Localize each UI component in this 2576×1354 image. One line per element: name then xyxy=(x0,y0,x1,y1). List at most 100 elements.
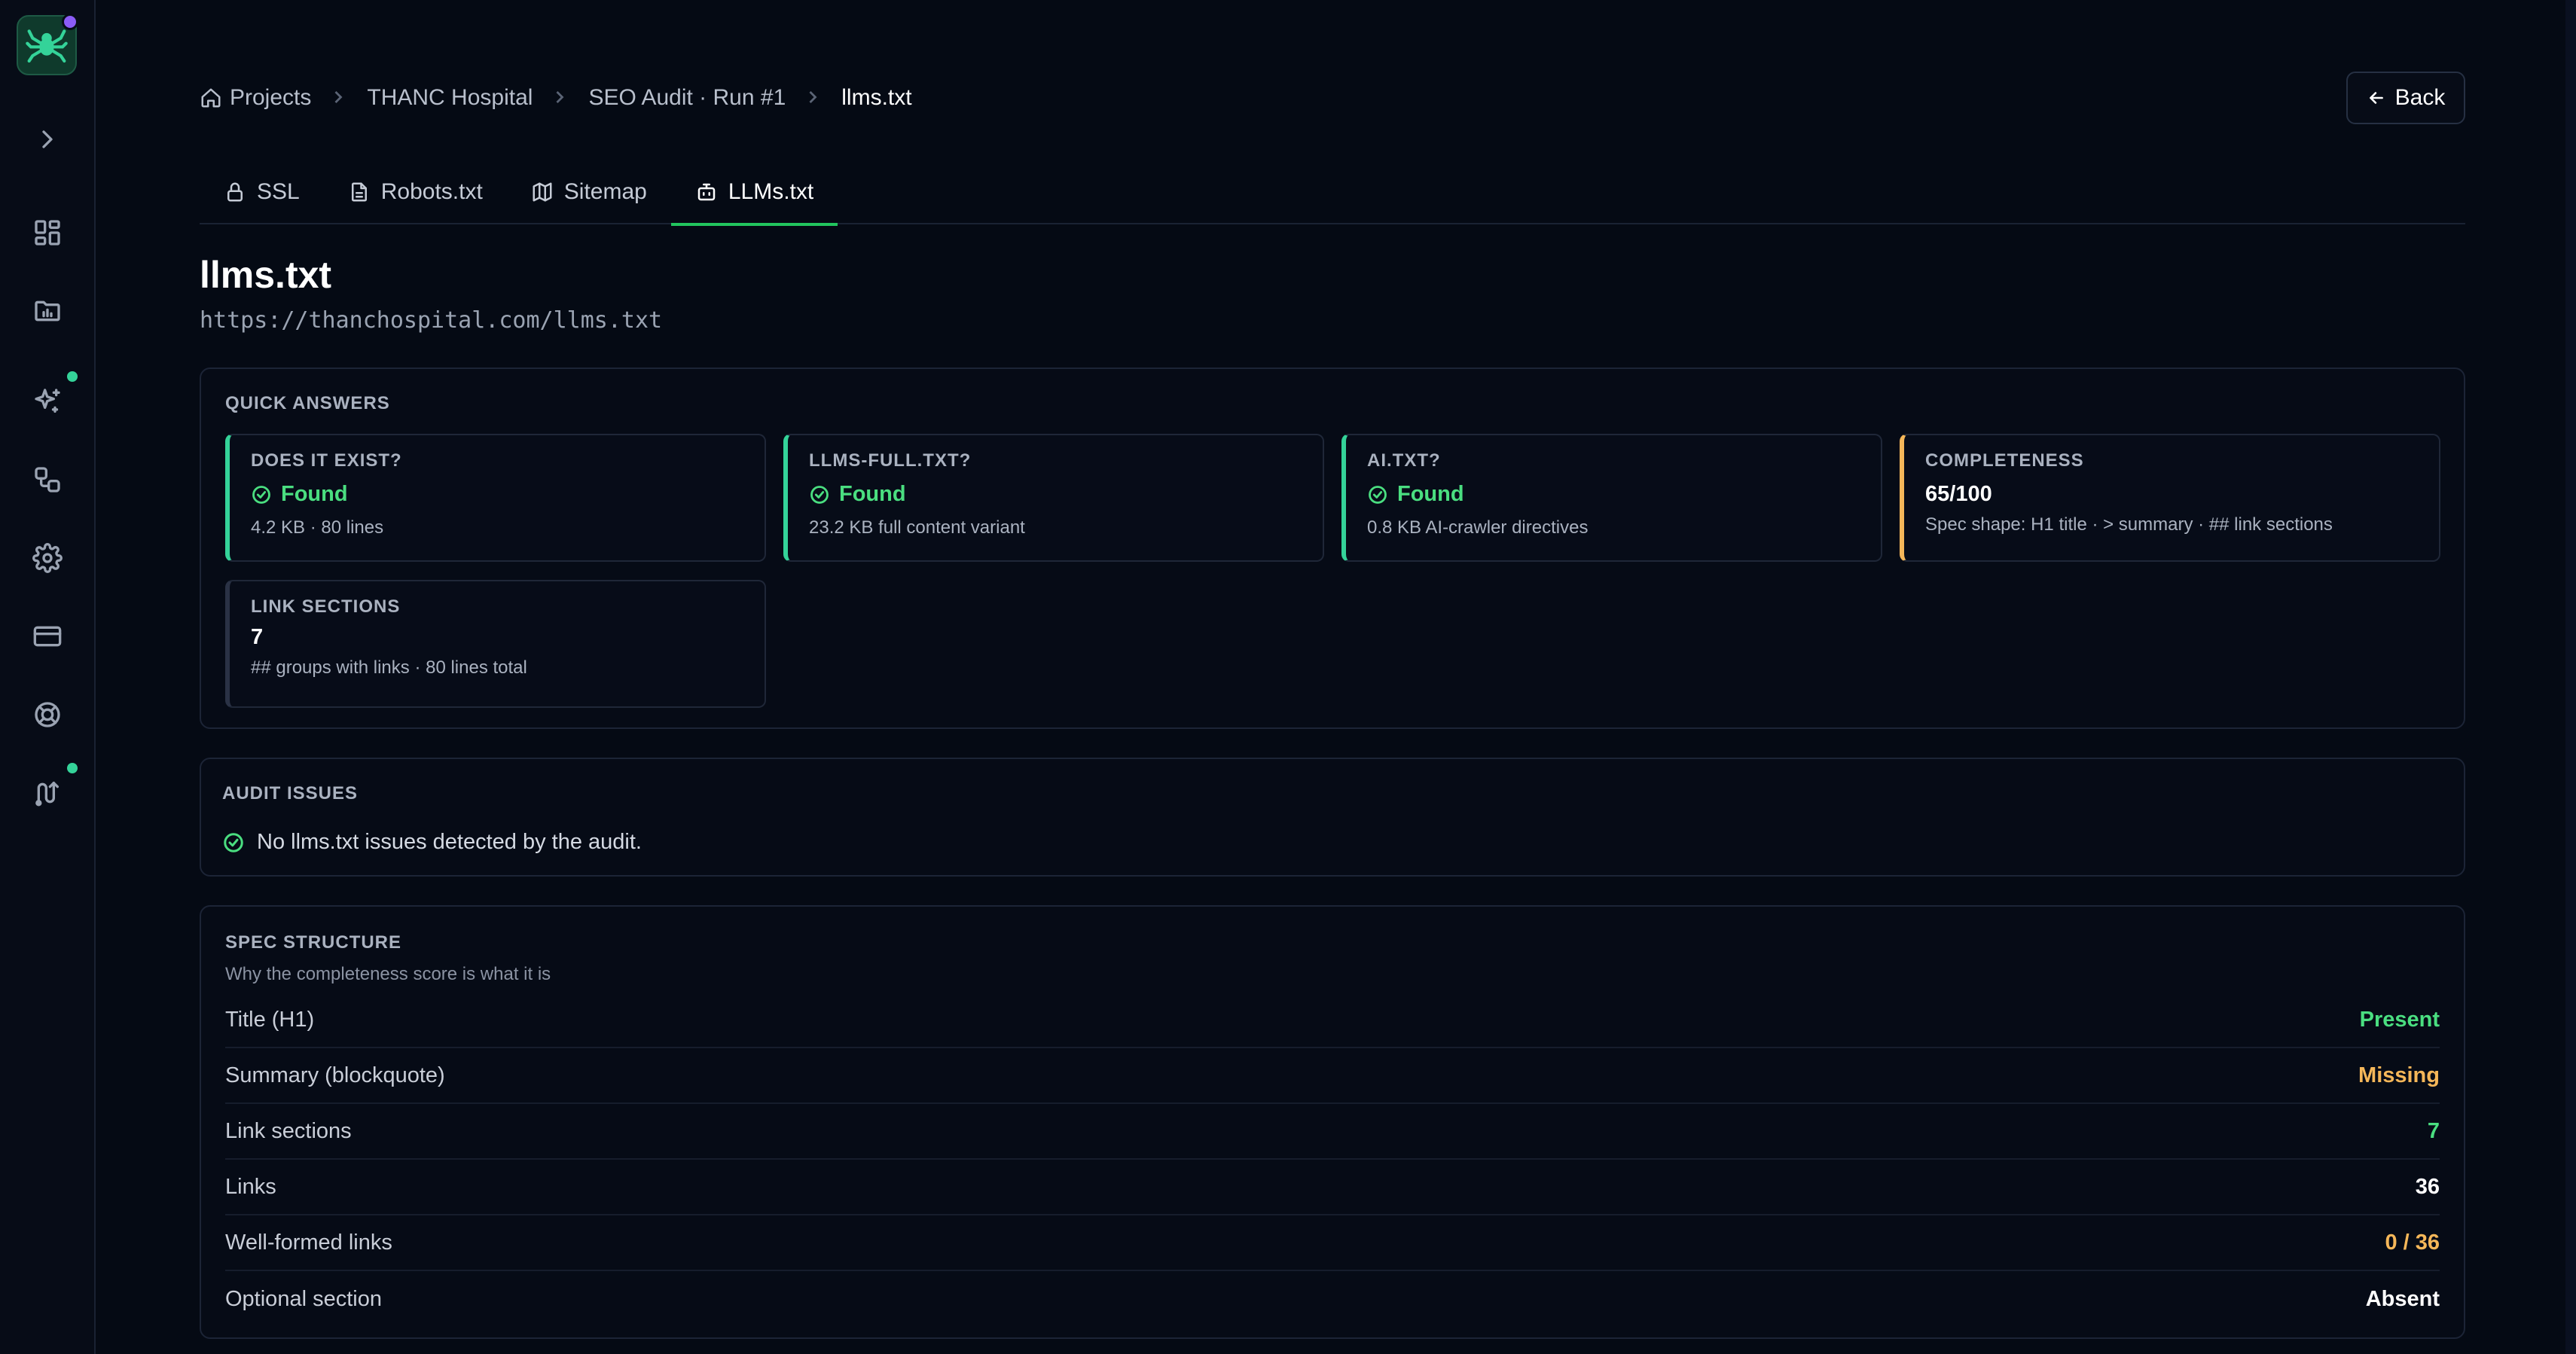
card-sub: Spec shape: H1 title · > summary · ## li… xyxy=(1925,514,2333,535)
panel-label: SPEC STRUCTURE xyxy=(225,932,402,953)
card-label: DOES IT EXIST? xyxy=(251,450,402,471)
life-buoy-icon xyxy=(35,702,60,727)
audit-issues-message: No llms.txt issues detected by the audit… xyxy=(222,830,642,855)
breadcrumb-current: llms.txt xyxy=(841,85,911,111)
card-exists: DOES IT EXIST? Found 4.2 KB · 80 lines xyxy=(225,434,766,562)
sidebar-item-dashboard[interactable] xyxy=(30,215,65,250)
breadcrumb-label: llms.txt xyxy=(841,85,912,110)
sidebar-item-projects[interactable] xyxy=(30,294,65,328)
spec-row-value: Present xyxy=(2359,1007,2440,1032)
card-value: 7 xyxy=(251,625,264,649)
breadcrumb-label: SEO Audit · Run #1 xyxy=(588,85,786,110)
card-value: Found xyxy=(1367,482,1860,507)
check-circle-icon xyxy=(224,832,243,852)
breadcrumb-label: Projects xyxy=(230,85,312,110)
routes-status-dot xyxy=(65,761,80,776)
folder-chart-icon xyxy=(35,300,60,322)
ai-status-dot xyxy=(65,369,80,384)
spec-row: Links 36 xyxy=(225,1160,2440,1215)
spec-row-label: Link sections xyxy=(225,1118,352,1143)
sidebar-item-settings[interactable] xyxy=(30,541,65,575)
quick-answers-panel: QUICK ANSWERS DOES IT EXIST? Found 4.2 K… xyxy=(200,367,2465,729)
check-circle-icon xyxy=(810,485,829,504)
card-label: AI.TXT? xyxy=(1367,450,1441,471)
status-text: Found xyxy=(281,482,348,506)
page-url[interactable]: https://thanchospital.com/llms.txt xyxy=(200,307,662,334)
spec-rows: Title (H1) Present Summary (blockquote) … xyxy=(225,993,2440,1327)
route-icon xyxy=(35,782,60,807)
card-value: 65/100 xyxy=(1925,482,1992,506)
card-value: Found xyxy=(809,482,1302,507)
sidebar-item-billing[interactable] xyxy=(30,619,65,654)
audit-issues-panel: AUDIT ISSUES No llms.txt issues detected… xyxy=(200,758,2465,877)
back-label: Back xyxy=(2394,85,2446,110)
tab-label: Sitemap xyxy=(563,179,647,204)
tab-robots[interactable]: Robots.txt xyxy=(324,160,507,224)
breadcrumb-audit-run[interactable]: SEO Audit · Run #1 xyxy=(588,85,786,111)
spec-structure-panel: SPEC STRUCTURE Why the completeness scor… xyxy=(200,905,2465,1339)
spec-row: Link sections 7 xyxy=(225,1104,2440,1160)
lock-icon xyxy=(227,182,243,202)
card-sub: 4.2 KB · 80 lines xyxy=(251,517,384,538)
spec-row: Title (H1) Present xyxy=(225,993,2440,1048)
chevron-right-icon xyxy=(802,87,825,109)
panel-subtitle: Why the completeness score is what it is xyxy=(225,964,551,984)
spider-icon xyxy=(26,29,68,63)
page-scrollbar[interactable] xyxy=(2565,0,2576,1354)
tab-bar: SSL Robots.txt Sitemap LLMs.txt xyxy=(200,160,2465,226)
tab-label: Robots.txt xyxy=(380,179,483,204)
map-icon xyxy=(533,182,552,202)
credit-card-icon xyxy=(33,626,62,647)
card-completeness: COMPLETENESS 65/100 Spec shape: H1 title… xyxy=(1900,434,2440,562)
status-text: Found xyxy=(839,482,906,506)
expand-sidebar-button[interactable] xyxy=(30,122,65,157)
card-label: LLMS-FULL.TXT? xyxy=(809,450,972,471)
spec-row-value: 7 xyxy=(2427,1118,2440,1143)
card-ai-txt: AI.TXT? Found 0.8 KB AI-crawler directiv… xyxy=(1341,434,1882,562)
dashboard-icon xyxy=(35,220,60,245)
sidebar-item-integrations[interactable] xyxy=(30,462,65,497)
message-text: No llms.txt issues detected by the audit… xyxy=(257,830,642,854)
home-icon xyxy=(201,88,221,108)
workflow-icon xyxy=(35,467,60,493)
sidebar-item-ai[interactable] xyxy=(30,384,65,419)
app-logo[interactable] xyxy=(17,14,78,75)
spec-row-value: 36 xyxy=(2415,1174,2440,1199)
tab-ssl[interactable]: SSL xyxy=(200,160,324,224)
spec-row-value: 0 / 36 xyxy=(2385,1230,2440,1255)
card-llms-full: LLMS-FULL.TXT? Found 23.2 KB full conten… xyxy=(783,434,1324,562)
notification-dot xyxy=(62,14,78,30)
spec-row-label: Well-formed links xyxy=(225,1230,392,1255)
sidebar-item-support[interactable] xyxy=(30,697,65,732)
chevron-right-icon xyxy=(549,87,572,109)
card-sub: ## groups with links · 80 lines total xyxy=(251,657,527,678)
sparkles-icon xyxy=(35,389,60,413)
back-button[interactable]: Back xyxy=(2346,72,2465,124)
chevron-right-icon xyxy=(328,87,350,109)
bot-icon xyxy=(697,183,716,201)
spec-row: Well-formed links 0 / 36 xyxy=(225,1215,2440,1271)
breadcrumb-label: THANC Hospital xyxy=(367,85,533,110)
card-sub: 0.8 KB AI-crawler directives xyxy=(1367,517,1589,538)
page-title: llms.txt xyxy=(200,254,332,296)
tab-llms[interactable]: LLMs.txt xyxy=(670,160,838,226)
check-circle-icon xyxy=(1369,485,1387,504)
spec-row-label: Links xyxy=(225,1174,276,1199)
spec-row-label: Title (H1) xyxy=(225,1007,315,1032)
breadcrumb-projects[interactable]: Projects xyxy=(200,85,311,111)
card-link-sections: LINK SECTIONS 7 ## groups with links · 8… xyxy=(225,580,766,708)
card-label: LINK SECTIONS xyxy=(251,596,401,617)
file-icon xyxy=(351,182,367,202)
spec-row-value: Missing xyxy=(2358,1063,2440,1087)
tab-label: LLMs.txt xyxy=(728,179,814,204)
status-text: Found xyxy=(1397,482,1464,506)
spec-row-label: Optional section xyxy=(225,1286,382,1311)
tab-sitemap[interactable]: Sitemap xyxy=(507,160,671,224)
breadcrumb: Projects THANC Hospital SEO Audit · Run … xyxy=(200,81,912,114)
sidebar-item-routes[interactable] xyxy=(30,776,65,810)
card-sub: 23.2 KB full content variant xyxy=(809,517,1025,538)
spec-row-value: Absent xyxy=(2365,1286,2440,1311)
arrow-left-icon xyxy=(2369,92,2383,104)
breadcrumb-project[interactable]: THANC Hospital xyxy=(367,85,533,111)
spec-row: Optional section Absent xyxy=(225,1271,2440,1327)
